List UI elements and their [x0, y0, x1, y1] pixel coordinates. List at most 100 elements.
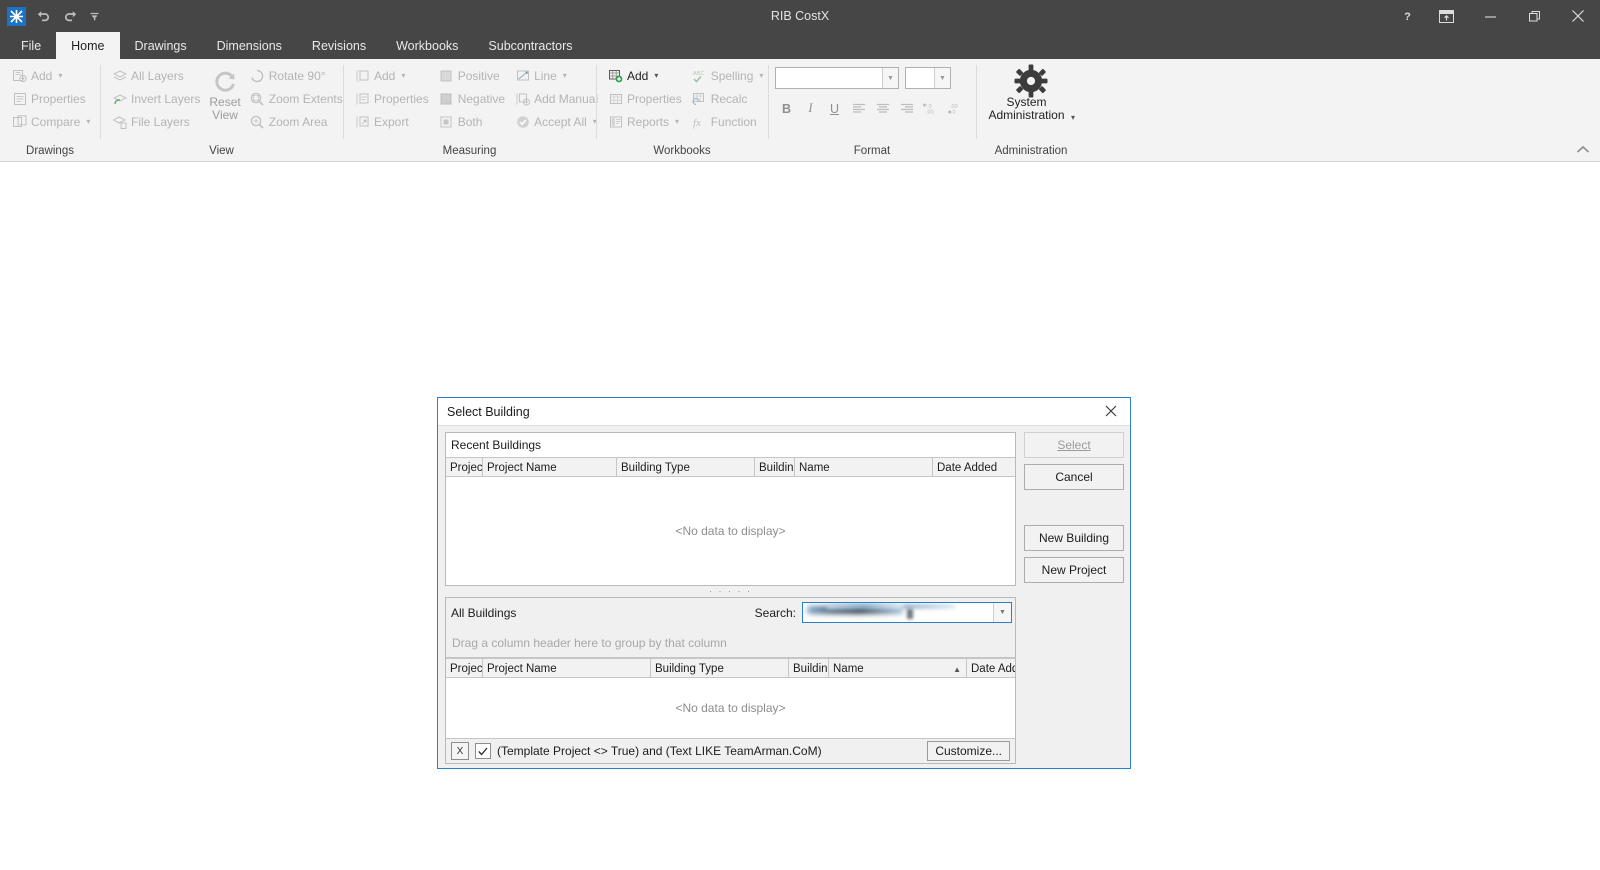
panel-splitter[interactable]: · · · · ·: [445, 586, 1016, 597]
chevron-down-icon[interactable]: ▾: [563, 71, 567, 80]
tab-file[interactable]: File: [6, 32, 56, 59]
ribbon-both-button[interactable]: Both: [434, 110, 510, 133]
ribbon-zoom-extents-button[interactable]: Zoom Extents: [245, 87, 348, 110]
chevron-down-icon[interactable]: ▾: [675, 117, 679, 126]
restore-button[interactable]: [1512, 0, 1556, 32]
undo-icon[interactable]: [34, 7, 53, 26]
ribbon-measuring-add-label: Add: [374, 68, 396, 83]
column-header-project-name[interactable]: Project Name: [483, 659, 651, 677]
font-size-combo[interactable]: ▼: [905, 67, 951, 89]
ribbon-export-dimension-button[interactable]: Export: [350, 110, 434, 133]
ribbon-line-button[interactable]: Line ▾: [510, 64, 603, 87]
decrease-decimal-button[interactable]: .0.00: [919, 98, 942, 119]
ribbon-invert-layers-button[interactable]: Invert Layers: [107, 87, 205, 110]
chevron-down-icon[interactable]: ▾: [759, 71, 763, 80]
negative-icon: [439, 91, 454, 106]
underline-button[interactable]: U: [823, 98, 846, 119]
recalc-icon: [692, 91, 707, 106]
ribbon-all-layers-button[interactable]: All Layers: [107, 64, 205, 87]
chevron-down-icon[interactable]: ▼: [934, 68, 950, 88]
font-name-value[interactable]: [776, 68, 882, 88]
align-right-button[interactable]: [895, 98, 918, 119]
ribbon-function-button[interactable]: fx Function: [687, 110, 769, 133]
app-logo-icon[interactable]: [7, 6, 26, 26]
ribbon-rotate-90-button[interactable]: Rotate 90°: [245, 64, 348, 87]
column-header-building-type[interactable]: Building Type: [617, 458, 755, 476]
dialog-close-icon[interactable]: [1092, 398, 1130, 424]
close-button[interactable]: [1556, 0, 1600, 32]
help-button[interactable]: ?: [1390, 0, 1424, 32]
column-header-building-id[interactable]: Buildin: [755, 458, 795, 476]
chevron-down-icon[interactable]: ▾: [86, 117, 90, 126]
align-center-button[interactable]: [871, 98, 894, 119]
column-header-date-added[interactable]: Date Added: [933, 458, 1015, 476]
redacted-text: [827, 604, 901, 609]
bold-button[interactable]: B: [775, 98, 798, 119]
column-header-building-type[interactable]: Building Type: [651, 659, 789, 677]
tab-home[interactable]: Home: [56, 32, 120, 59]
column-header-name[interactable]: Name: [795, 458, 933, 476]
ribbon-zoom-area-button[interactable]: Zoom Area: [245, 110, 348, 133]
ribbon-display-options-button[interactable]: [1424, 0, 1468, 32]
ribbon-negative-button[interactable]: Negative: [434, 87, 510, 110]
ribbon-spelling-button[interactable]: ABC Spelling ▾: [687, 64, 769, 87]
chevron-down-icon[interactable]: ▼: [882, 68, 898, 88]
increase-decimal-button[interactable]: .00.0: [943, 98, 966, 119]
new-building-button[interactable]: New Building: [1024, 525, 1124, 551]
ribbon-positive-button[interactable]: Positive: [434, 64, 510, 87]
ribbon-accept-all-button[interactable]: Accept All ▾: [510, 110, 603, 133]
customize-quick-access-icon[interactable]: [88, 7, 101, 26]
search-input-value[interactable]: [803, 603, 993, 622]
column-header-project-id[interactable]: Projec: [446, 659, 483, 677]
column-header-project-name[interactable]: Project Name: [483, 458, 617, 476]
tab-dimensions[interactable]: Dimensions: [202, 32, 297, 59]
select-button[interactable]: Select: [1024, 432, 1124, 458]
column-header-name-label: Name: [833, 663, 864, 675]
reset-view-icon: [212, 66, 239, 96]
filter-enabled-checkbox[interactable]: [475, 743, 491, 759]
ribbon-workbook-properties-button[interactable]: Properties: [603, 87, 687, 110]
ribbon-add-manual-button[interactable]: Add Manual: [510, 87, 603, 110]
ribbon-reset-view-button[interactable]: Reset View: [205, 64, 244, 123]
chevron-down-icon[interactable]: ▾: [58, 71, 62, 80]
system-administration-button[interactable]: System Administration ▾: [983, 64, 1079, 123]
new-project-button[interactable]: New Project: [1024, 557, 1124, 583]
ribbon-reports-button[interactable]: Reports ▾: [603, 110, 687, 133]
svg-text:ABC: ABC: [693, 71, 704, 77]
ribbon-group-format-title: Format: [853, 145, 891, 157]
column-header-date-added[interactable]: Date Added: [967, 659, 1015, 677]
redo-icon[interactable]: [61, 7, 80, 26]
italic-button[interactable]: I: [799, 98, 822, 119]
tab-workbooks[interactable]: Workbooks: [381, 32, 473, 59]
collapse-ribbon-icon[interactable]: [1576, 143, 1590, 157]
align-left-button[interactable]: [847, 98, 870, 119]
column-header-name[interactable]: Name ▲: [829, 659, 967, 677]
tab-drawings[interactable]: Drawings: [120, 32, 202, 59]
minimize-button[interactable]: [1468, 0, 1512, 32]
clear-filter-button[interactable]: X: [451, 742, 469, 760]
ribbon-measuring-add-button[interactable]: Add ▾: [350, 64, 434, 87]
column-header-project-id[interactable]: Projec: [446, 458, 483, 476]
tab-subcontractors[interactable]: Subcontractors: [473, 32, 587, 59]
chevron-down-icon[interactable]: ▼: [993, 603, 1011, 622]
cancel-button[interactable]: Cancel: [1024, 464, 1124, 490]
ribbon-dimension-properties-button[interactable]: Properties: [350, 87, 434, 110]
group-by-drop-area[interactable]: Drag a column header here to group by th…: [446, 628, 1015, 658]
font-size-value[interactable]: [906, 68, 934, 88]
column-header-building-id[interactable]: Buildin: [789, 659, 829, 677]
ribbon-add-drawing-button[interactable]: Add ▾: [7, 64, 95, 87]
ribbon-file-layers-button[interactable]: File Layers: [107, 110, 205, 133]
chevron-down-icon[interactable]: ▾: [401, 71, 405, 80]
search-input[interactable]: ▼: [802, 602, 1012, 623]
recent-buildings-panel: Recent Buildings Projec Project Name Bui…: [445, 432, 1016, 586]
ribbon-drawing-properties-button[interactable]: Properties: [7, 87, 95, 110]
quick-access-toolbar: [0, 0, 101, 32]
ribbon-recalc-button[interactable]: Recalc: [687, 87, 769, 110]
chevron-down-icon[interactable]: ▾: [654, 71, 658, 80]
ribbon-compare-drawings-button[interactable]: Compare ▾: [7, 110, 95, 133]
tab-revisions[interactable]: Revisions: [297, 32, 381, 59]
chevron-down-icon[interactable]: ▾: [1071, 113, 1075, 123]
customize-filter-button[interactable]: Customize...: [927, 741, 1010, 761]
font-name-combo[interactable]: ▼: [775, 67, 899, 89]
ribbon-add-workbook-button[interactable]: Add ▾: [603, 64, 687, 87]
